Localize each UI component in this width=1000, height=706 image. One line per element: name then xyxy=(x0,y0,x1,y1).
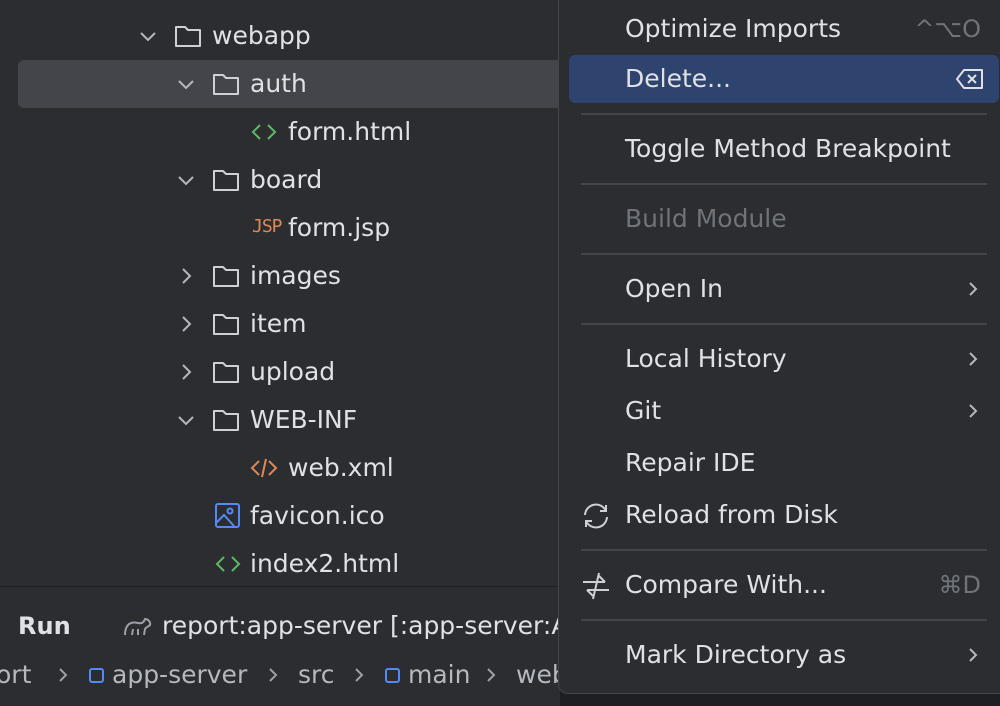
menu-item-mark-directory-as[interactable]: Mark Directory as xyxy=(569,631,999,679)
folder-icon xyxy=(213,266,239,287)
tree-item-label: WEB-INF xyxy=(250,405,358,434)
xml-file-icon xyxy=(250,458,278,478)
menu-item-git[interactable]: Git xyxy=(569,387,999,435)
chevron-down-icon[interactable] xyxy=(176,170,196,190)
tree-item-web-inf[interactable]: WEB-INF xyxy=(0,396,560,444)
menu-item-shortcut: ⌘D xyxy=(938,571,981,599)
tree-item-label: form.jsp xyxy=(288,213,391,242)
chevron-right-icon xyxy=(355,668,364,682)
reload-icon xyxy=(584,503,608,529)
menu-item-label: Local History xyxy=(625,344,787,373)
html-file-icon xyxy=(251,124,277,140)
tree-item-form-html[interactable]: form.html xyxy=(0,108,560,156)
tree-item-label: webapp xyxy=(212,21,311,50)
tree-item-auth[interactable]: auth xyxy=(18,60,560,108)
menu-item-delete[interactable]: Delete... xyxy=(569,55,999,103)
tree-item-label: favicon.ico xyxy=(250,501,385,530)
jsp-file-icon: JSP xyxy=(252,216,283,237)
chevron-right-icon xyxy=(969,648,978,662)
menu-item-label: Reload from Disk xyxy=(625,500,838,529)
gradle-icon xyxy=(124,618,152,636)
tree-item-label: web.xml xyxy=(288,453,394,482)
tree-item-index2-html[interactable]: index2.html xyxy=(0,540,560,586)
tree-item-images[interactable]: images xyxy=(0,252,560,300)
menu-item-shortcut: ^⌥O xyxy=(914,15,981,43)
tree-item-web-xml[interactable]: web.xml xyxy=(0,444,560,492)
compare-icon xyxy=(583,572,609,600)
menu-item-local-history[interactable]: Local History xyxy=(569,335,999,383)
menu-item-toggle-method-breakpoint[interactable]: Toggle Method Breakpoint xyxy=(569,125,999,173)
breadcrumb-item[interactable]: main xyxy=(408,660,470,689)
tree-item-webapp[interactable]: webapp xyxy=(0,12,560,60)
menu-separator xyxy=(581,113,987,115)
menu-item-label: Optimize Imports xyxy=(625,14,842,43)
chevron-down-icon[interactable] xyxy=(138,26,158,46)
context-menu: Optimize Imports ^⌥O Delete... Toggle Me… xyxy=(558,0,1000,694)
menu-separator xyxy=(581,323,987,325)
folder-icon xyxy=(213,74,239,95)
chevron-right-icon xyxy=(969,352,978,366)
folder-icon xyxy=(213,410,239,431)
project-tree: webapp auth form.html board JSP form.jsp… xyxy=(0,0,560,586)
module-icon xyxy=(89,668,104,683)
menu-item-open-in[interactable]: Open In xyxy=(569,265,999,313)
menu-item-compare-with[interactable]: Compare With... ⌘D xyxy=(569,561,999,609)
chevron-right-icon[interactable] xyxy=(176,362,196,382)
tree-item-label: index2.html xyxy=(250,549,400,578)
tree-item-label: upload xyxy=(250,357,336,386)
chevron-right-icon xyxy=(969,404,978,418)
menu-item-label: Mark Directory as xyxy=(625,640,847,669)
breadcrumb-item[interactable]: app-server xyxy=(112,660,247,689)
breadcrumb-item[interactable]: web xyxy=(516,660,560,689)
folder-icon xyxy=(213,362,239,383)
menu-separator xyxy=(581,619,987,621)
breadcrumb-item[interactable]: ort xyxy=(0,660,31,689)
image-file-icon xyxy=(215,503,240,528)
menu-item-label: Build Module xyxy=(625,204,787,233)
menu-item-repair-ide[interactable]: Repair IDE xyxy=(569,439,999,487)
tree-item-label: auth xyxy=(250,69,307,98)
chevron-right-icon xyxy=(269,668,278,682)
chevron-right-icon xyxy=(969,282,978,296)
chevron-down-icon[interactable] xyxy=(176,410,196,430)
chevron-down-icon[interactable] xyxy=(176,74,196,94)
folder-icon xyxy=(175,26,201,47)
breadcrumb-item[interactable]: src xyxy=(298,660,335,689)
html-file-icon xyxy=(215,556,241,572)
menu-item-optimize-imports[interactable]: Optimize Imports ^⌥O xyxy=(569,5,999,53)
menu-item-reload-from-disk[interactable]: Reload from Disk xyxy=(569,491,999,539)
chevron-right-icon xyxy=(59,668,68,682)
tree-item-form-jsp[interactable]: JSP form.jsp xyxy=(0,204,560,252)
tree-item-favicon[interactable]: favicon.ico xyxy=(0,492,560,540)
chevron-right-icon[interactable] xyxy=(176,266,196,286)
menu-separator xyxy=(581,549,987,551)
folder-icon xyxy=(213,314,239,335)
run-tab-label[interactable]: Run xyxy=(18,612,71,640)
menu-item-label: Git xyxy=(625,396,662,425)
tree-item-upload[interactable]: upload xyxy=(0,348,560,396)
module-icon xyxy=(385,668,400,683)
menu-item-build-module: Build Module xyxy=(569,195,999,243)
chevron-right-icon[interactable] xyxy=(176,314,196,334)
menu-separator xyxy=(581,183,987,185)
menu-item-label: Toggle Method Breakpoint xyxy=(625,134,951,163)
tree-item-label: item xyxy=(250,309,307,338)
delete-key-icon xyxy=(956,69,983,89)
tree-item-label: board xyxy=(250,165,323,194)
run-configuration-tab[interactable]: report:app-server [:app-server:A xyxy=(162,611,568,640)
chevron-right-icon xyxy=(487,668,496,682)
menu-item-label: Repair IDE xyxy=(625,448,756,477)
tree-item-item[interactable]: item xyxy=(0,300,560,348)
tree-item-board[interactable]: board xyxy=(0,156,560,204)
menu-item-label: Compare With... xyxy=(625,570,827,599)
tree-item-label: images xyxy=(250,261,341,290)
menu-item-label: Delete... xyxy=(625,64,731,93)
folder-icon xyxy=(213,170,239,191)
tree-item-label: form.html xyxy=(288,117,412,146)
breadcrumb: ort app-server src main web xyxy=(0,652,560,706)
menu-separator xyxy=(581,253,987,255)
menu-item-label: Open In xyxy=(625,274,723,303)
